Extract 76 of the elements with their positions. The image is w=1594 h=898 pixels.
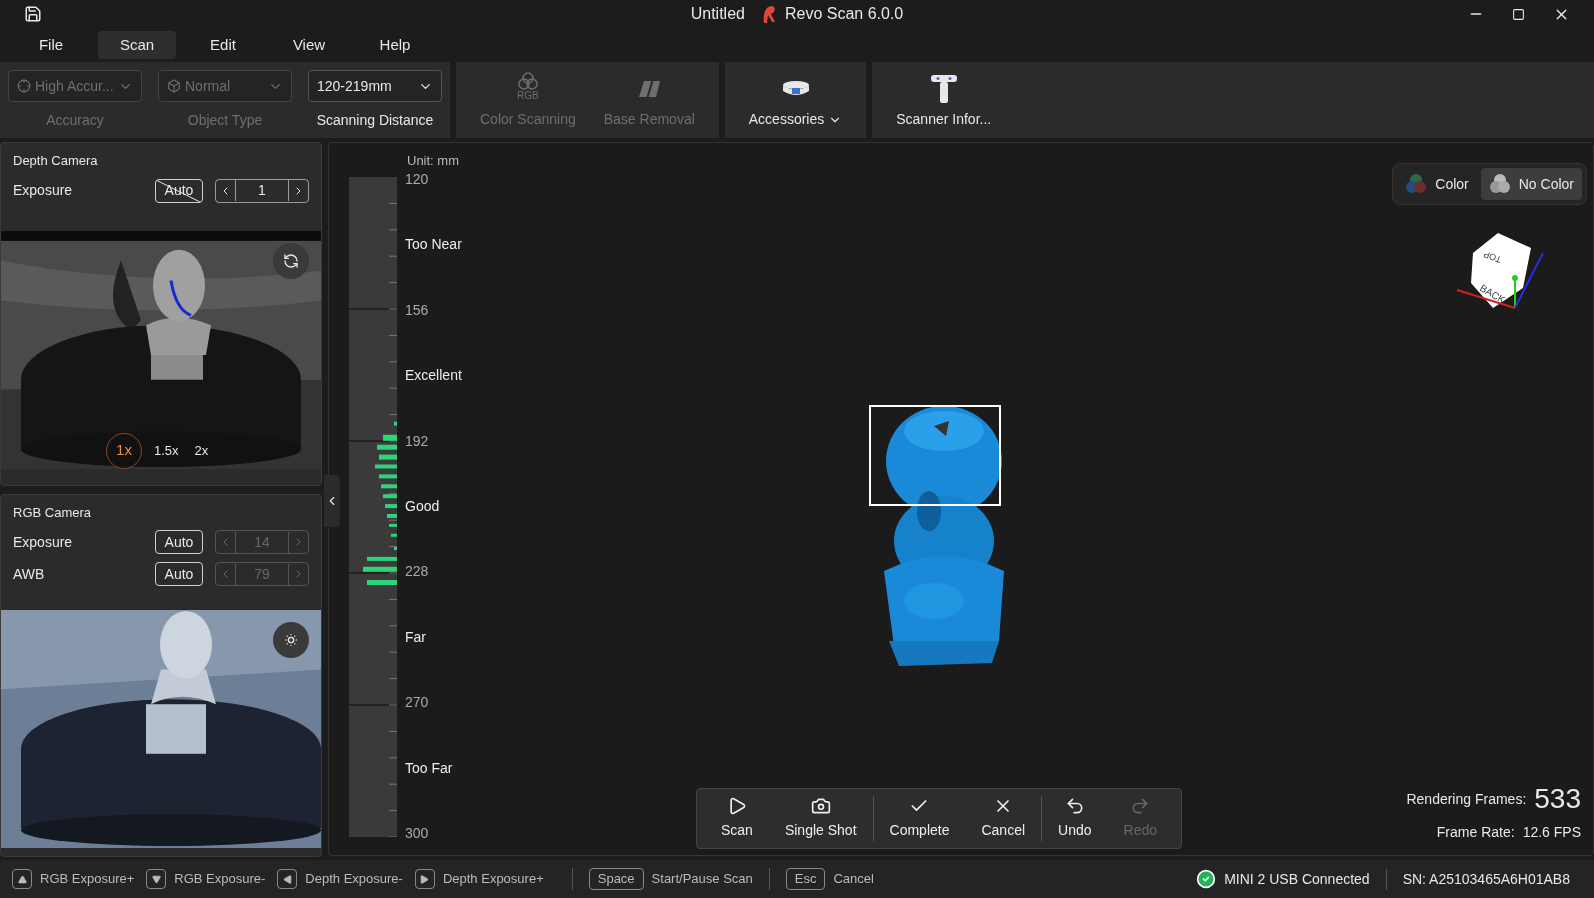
auto-toggle[interactable]: Auto	[155, 530, 203, 554]
shortcut-label: Depth Exposure-	[305, 870, 403, 889]
app-name: Revo Scan 6.0.0	[784, 4, 904, 24]
camera-icon	[810, 796, 831, 816]
key-cap: Space	[588, 868, 644, 890]
maximize-icon[interactable]	[1512, 7, 1525, 21]
zoom-option[interactable]: 2x	[190, 432, 213, 469]
gauge-label: 300	[405, 824, 430, 841]
menu-item[interactable]: Scan	[98, 31, 176, 59]
crosshair-icon	[17, 79, 31, 93]
stepper-value: 14	[235, 531, 289, 553]
dropdown-caption: Object Type	[187, 111, 263, 130]
control-label: Exposure	[13, 181, 73, 200]
unit-label: Unit: mm	[406, 152, 460, 170]
dropdown-caption: Accuracy	[46, 111, 104, 130]
gauge-label: 192	[405, 432, 430, 449]
scan-control-button[interactable]: Single Shot	[768, 796, 873, 841]
menu-item[interactable]: View	[270, 31, 348, 59]
gauge-label: 156	[405, 301, 430, 318]
scan-control-button[interactable]: Undo	[1042, 796, 1108, 841]
scan-control-button[interactable]: Scan	[705, 796, 769, 841]
stepper-value: 79	[235, 563, 289, 585]
zoom-option[interactable]: 1.5x	[150, 432, 183, 469]
gauge-label: 270	[405, 694, 430, 711]
triangle-icon	[282, 874, 292, 884]
triangle-icon	[17, 874, 27, 884]
control-label: AWB	[13, 564, 45, 584]
cube-icon	[167, 79, 181, 93]
gauge-label: 228	[405, 563, 430, 580]
shortcut-label: Start/Pause Scan	[651, 870, 753, 889]
scanner-info-button[interactable]: Scanner Infor...	[896, 73, 992, 130]
gauge-label: Too Far	[405, 759, 454, 776]
auto-toggle[interactable]: Auto	[155, 562, 203, 586]
gauge-label: 120	[405, 171, 430, 187]
panel-title: RGB Camera	[13, 503, 93, 522]
shortcut-label: Depth Exposure+	[442, 870, 544, 889]
scan-control-button[interactable]: Complete	[873, 796, 966, 841]
redo-icon	[1130, 796, 1151, 816]
stat-value: 533	[1534, 784, 1581, 814]
shortcut-label: RGB Exposure+	[40, 870, 135, 889]
gauge-label: Excellent	[405, 367, 462, 384]
color-circles-icon	[1488, 174, 1511, 194]
scanner-icon	[928, 73, 959, 105]
color-mode-option[interactable]: No Color	[1480, 168, 1582, 200]
color-circles-icon	[1405, 174, 1428, 194]
gauge-label: Good	[405, 497, 441, 514]
connection-status: MINI 2 USB Connected	[1224, 869, 1370, 889]
gauge-label: Too Near	[405, 236, 462, 253]
stepper-value: 1	[235, 180, 289, 201]
control-label: Exposure	[13, 532, 73, 552]
panel-title: Depth Camera	[13, 152, 99, 170]
triangle-icon	[420, 874, 430, 884]
triangle-icon	[151, 874, 161, 884]
stat-label: Rendering Frames:	[1406, 789, 1527, 809]
dropdown-caption: Scanning Distance	[316, 111, 434, 130]
stat-label: Frame Rate:	[1436, 823, 1515, 842]
shortcut-label: Cancel	[833, 870, 874, 889]
gauge-label: Far	[405, 628, 427, 645]
stat-value: 12.6 FPS	[1522, 823, 1581, 842]
key-cap: Esc	[785, 868, 826, 890]
window-title: Untitled	[690, 4, 745, 24]
menu-item[interactable]: Help	[356, 31, 434, 59]
rotate-icon	[283, 252, 299, 269]
undo-icon	[1064, 796, 1085, 816]
shortcut-label: RGB Exposure-	[174, 870, 266, 889]
dropdown[interactable]: 120-219mm	[308, 70, 442, 102]
color-mode-option[interactable]: Color	[1397, 168, 1477, 200]
light-icon	[283, 632, 299, 648]
serial-number: SN: A25103465A6H01AB8	[1385, 868, 1570, 890]
save-icon[interactable]	[24, 5, 42, 23]
menu-item[interactable]: Edit	[184, 31, 262, 59]
scan-control-button[interactable]: Cancel	[965, 796, 1042, 841]
menu-item[interactable]: File	[12, 31, 90, 59]
value-stepper[interactable]: 1	[215, 178, 309, 203]
accessories-button[interactable]: Accessories	[748, 77, 843, 130]
connected-icon	[1196, 869, 1217, 889]
